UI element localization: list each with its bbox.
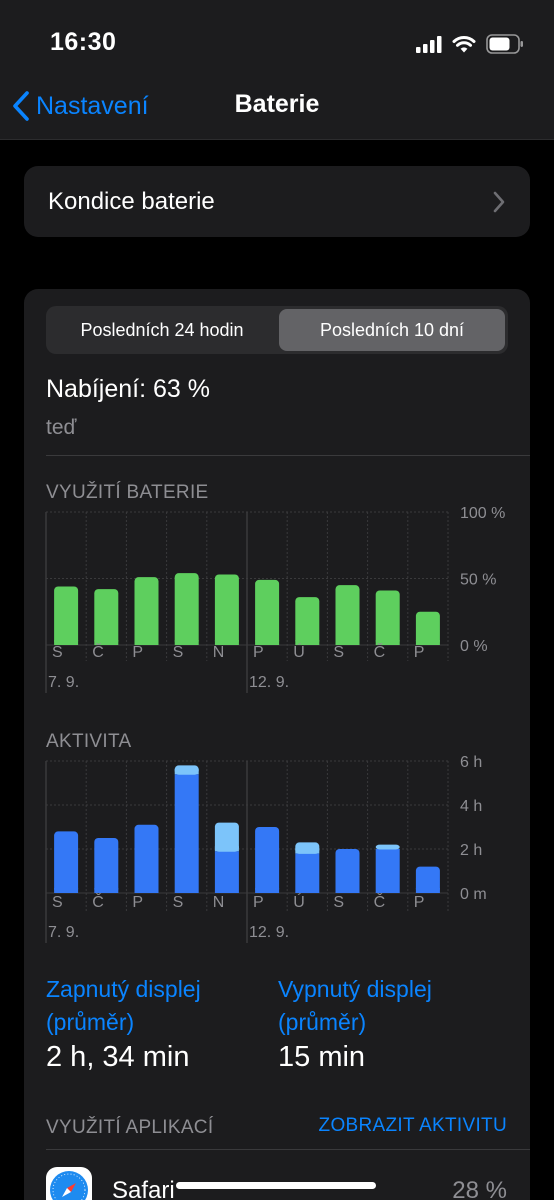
navigation-bar: Nastavení Baterie	[0, 88, 554, 140]
x-tick-label: Č	[374, 642, 386, 661]
app-usage-label: VYUŽITÍ APLIKACÍ	[46, 1117, 214, 1138]
x-tick-label: N	[213, 644, 225, 661]
charging-status: Nabíjení: 63 %	[46, 375, 210, 403]
cellular-signal-icon	[416, 36, 442, 53]
divider	[46, 455, 530, 456]
x-tick-label: S	[333, 644, 344, 661]
activity-bar	[335, 849, 360, 893]
status-bar: 16:30	[0, 0, 554, 88]
battery-bar	[134, 577, 159, 645]
app-name: Safari	[112, 1177, 175, 1200]
y-tick-label: 2 h	[460, 842, 482, 859]
battery-bar	[174, 573, 199, 645]
bar-base	[54, 888, 79, 893]
chevron-right-icon	[493, 191, 505, 213]
activity-bar-segment	[375, 844, 400, 850]
bar-base	[94, 888, 119, 893]
y-tick-label: 100 %	[460, 505, 505, 522]
y-tick-label: 50 %	[460, 572, 496, 589]
bar-base	[415, 888, 440, 893]
activity-bar	[295, 853, 320, 893]
bar-base	[255, 888, 280, 893]
charging-time: teď	[46, 416, 77, 439]
x-tick-label: Č	[374, 892, 386, 911]
show-activity-button[interactable]: ZOBRAZIT AKTIVITU	[319, 1115, 507, 1137]
bar-base	[335, 888, 360, 893]
date-label: 12. 9.	[249, 924, 289, 941]
bar-base	[174, 769, 199, 775]
x-tick-label: Č	[92, 642, 104, 661]
bar-base	[134, 888, 159, 893]
y-tick-label: 4 h	[460, 798, 482, 815]
divider	[46, 1149, 530, 1150]
x-tick-label: P	[253, 644, 264, 661]
bar-base	[295, 848, 320, 854]
safari-icon	[46, 1167, 92, 1200]
battery-bar	[94, 589, 119, 645]
date-label: 7. 9.	[48, 674, 79, 691]
x-tick-label: S	[173, 894, 184, 911]
screen-off-value: 15 min	[278, 1041, 366, 1073]
screen-on-label: Zapnutý displej (průměr)	[46, 973, 201, 1039]
x-tick-label: S	[173, 644, 184, 661]
activity-bar	[94, 838, 119, 893]
date-label: 7. 9.	[48, 924, 79, 941]
battery-usage-card: Posledních 24 hodin Posledních 10 dní Na…	[24, 289, 530, 1200]
wifi-icon	[452, 36, 476, 53]
activity-bar	[375, 849, 400, 893]
activity-bar	[255, 827, 280, 893]
y-tick-label: 0 m	[460, 886, 487, 903]
battery-bar	[295, 597, 320, 645]
battery-bar	[214, 574, 239, 645]
battery-usage-chart: 100 % 50 % 0 % S Č P S N P Ú S Č P 7. 9. 12. 9.	[45, 505, 505, 693]
activity-bar	[214, 851, 239, 893]
battery-health-row[interactable]: Kondice baterie	[24, 166, 530, 237]
x-tick-label: P	[414, 894, 425, 911]
battery-bar	[54, 586, 79, 645]
status-time: 16:30	[50, 28, 117, 56]
segment-last-24-hours[interactable]: Posledních 24 hodin	[49, 309, 275, 351]
x-tick-label: P	[253, 894, 264, 911]
x-tick-label: P	[132, 644, 143, 661]
segment-last-10-days[interactable]: Posledních 10 dní	[279, 309, 505, 351]
battery-icon	[486, 34, 523, 54]
battery-health-label: Kondice baterie	[48, 187, 215, 215]
x-tick-label: S	[52, 644, 63, 661]
x-tick-label: Ú	[293, 892, 305, 911]
battery-bar	[255, 579, 280, 645]
screen-off-label-line1: Vypnutý displej	[278, 976, 432, 1002]
x-tick-label: N	[213, 894, 225, 911]
battery-bar	[375, 590, 400, 645]
period-segmented-control: Posledních 24 hodin Posledních 10 dní	[46, 306, 508, 354]
app-row-safari[interactable]: Safari 28 %	[24, 1151, 530, 1200]
x-tick-label: P	[132, 894, 143, 911]
activity-bar	[54, 831, 79, 893]
date-label: 12. 9.	[249, 674, 289, 691]
y-tick-label: 0 %	[460, 638, 488, 655]
x-tick-label: S	[52, 894, 63, 911]
activity-bar	[174, 774, 199, 893]
screen-on-value: 2 h, 34 min	[46, 1041, 190, 1073]
status-icons	[416, 32, 524, 56]
activity-chart: 6 h 4 h 2 h 0 m S Č P S N P Ú S Č P 7. 9. 12. 9.	[45, 754, 487, 943]
x-tick-label: S	[333, 894, 344, 911]
bar-base	[214, 846, 239, 852]
home-indicator[interactable]	[176, 1182, 376, 1189]
screen-off-label: Vypnutý displej (průměr)	[278, 973, 432, 1039]
page-title: Baterie	[234, 90, 320, 118]
x-tick-label: P	[414, 644, 425, 661]
activity-bar	[134, 824, 159, 893]
battery-bar	[335, 585, 360, 645]
x-tick-label: Ú	[293, 642, 305, 661]
screen-on-label-line1: Zapnutý displej	[46, 976, 201, 1002]
x-tick-label: Č	[92, 892, 104, 911]
app-usage-percent: 28 %	[452, 1177, 507, 1200]
y-tick-label: 6 h	[460, 754, 482, 771]
screen-on-label-line2: (průměr)	[46, 1009, 135, 1035]
screen-off-label-line2: (průměr)	[278, 1009, 367, 1035]
